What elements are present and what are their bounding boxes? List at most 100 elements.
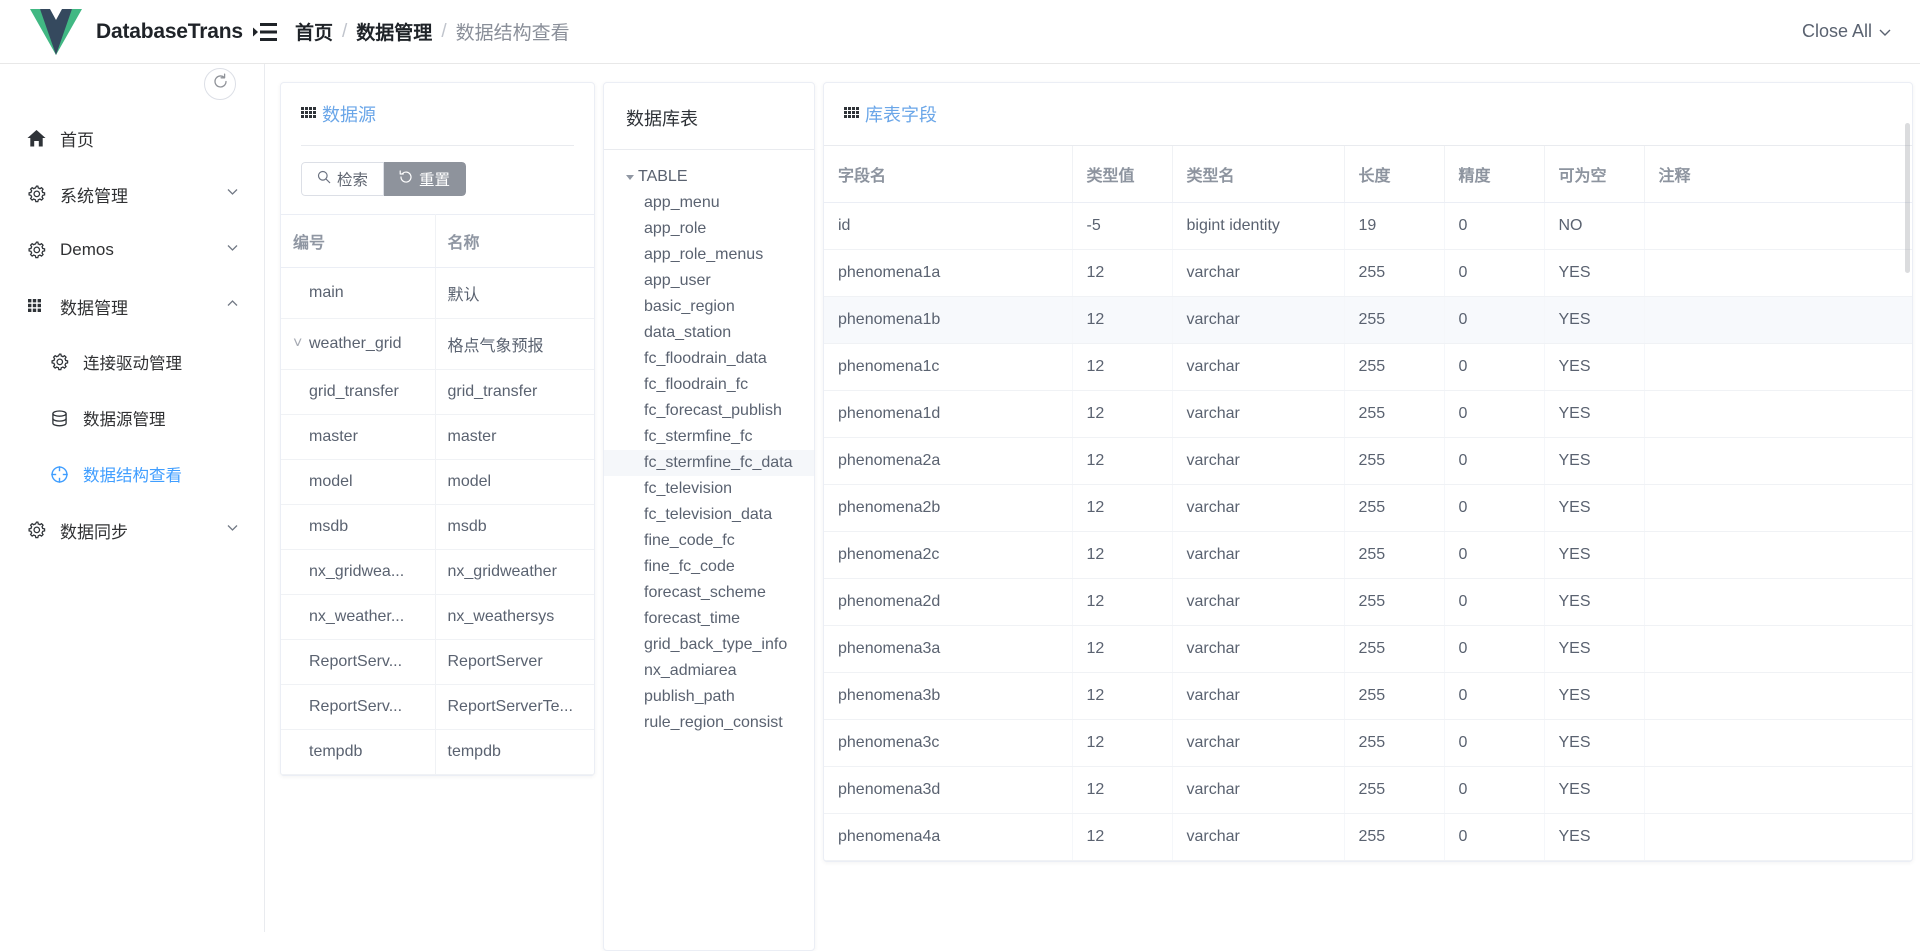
table-row[interactable]: master master bbox=[281, 414, 594, 460]
tree-node[interactable]: fine_code_fc bbox=[604, 528, 814, 554]
sidebar-item-label: 数据同步 bbox=[60, 522, 128, 542]
table-row[interactable]: phenomena2b 12 varchar 255 0 YES bbox=[824, 484, 1912, 532]
sidebar-item-连接驱动管理[interactable]: 连接驱动管理 bbox=[0, 334, 264, 390]
table-row[interactable]: phenomena1b 12 varchar 255 0 YES bbox=[824, 296, 1912, 344]
search-button[interactable]: 检索 bbox=[301, 162, 385, 196]
table-row[interactable]: phenomena3b 12 varchar 255 0 YES bbox=[824, 672, 1912, 720]
column-header[interactable]: 字段名 bbox=[824, 146, 1073, 203]
tree-root-label: TABLE bbox=[638, 168, 688, 185]
table-row[interactable]: phenomena1a 12 varchar 255 0 YES bbox=[824, 249, 1912, 297]
tree-node-label: fc_forecast_publish bbox=[644, 402, 782, 419]
table-row[interactable]: ReportServ... ReportServer bbox=[281, 639, 594, 685]
table-row[interactable]: phenomena3a 12 varchar 255 0 YES bbox=[824, 625, 1912, 673]
sidebar-item-数据源管理[interactable]: 数据源管理 bbox=[0, 390, 264, 446]
tree-node[interactable]: fc_stermfine_fc bbox=[604, 424, 814, 450]
tree-node[interactable]: app_user bbox=[604, 268, 814, 294]
tree-node[interactable]: nx_admiarea bbox=[604, 658, 814, 684]
table-row[interactable]: main 默认 bbox=[281, 267, 594, 319]
refresh-button[interactable] bbox=[204, 68, 236, 100]
column-header[interactable]: 类型值 bbox=[1072, 146, 1173, 203]
comment-cell bbox=[1644, 672, 1912, 720]
table-row[interactable]: nx_weather... nx_weathersys bbox=[281, 594, 594, 640]
datasource-name-cell: nx_weathersys bbox=[435, 594, 594, 640]
table-tree: TABLE app_menu app_role app_role_menus a… bbox=[604, 150, 814, 950]
tree-node[interactable]: grid_back_type_info bbox=[604, 632, 814, 658]
menu-fold-icon[interactable] bbox=[252, 21, 277, 43]
tree-node[interactable]: data_station bbox=[604, 320, 814, 346]
tree-node[interactable]: fc_television_data bbox=[604, 502, 814, 528]
tree-node[interactable]: forecast_time bbox=[604, 606, 814, 632]
tree-node-label: fc_television_data bbox=[644, 506, 773, 523]
breadcrumb-item-data-management[interactable]: 数据管理 bbox=[356, 18, 432, 45]
tree-node[interactable]: fine_fc_code bbox=[604, 554, 814, 580]
tree-node[interactable]: app_menu bbox=[604, 190, 814, 216]
tree-node[interactable]: basic_region bbox=[604, 294, 814, 320]
length-cell: 255 bbox=[1344, 625, 1445, 673]
column-header[interactable]: 编号 bbox=[281, 214, 436, 268]
table-row[interactable]: phenomena1c 12 varchar 255 0 YES bbox=[824, 343, 1912, 391]
table-row[interactable]: tempdb tempdb bbox=[281, 729, 594, 775]
column-header[interactable]: 精度 bbox=[1444, 146, 1545, 203]
datasource-panel-title[interactable]: 数据源 bbox=[301, 101, 574, 127]
column-header[interactable]: 名称 bbox=[435, 214, 594, 268]
sidebar-item-数据管理[interactable]: 数据管理 bbox=[0, 278, 264, 334]
table-row[interactable]: id -5 bigint identity 19 0 NO bbox=[824, 202, 1912, 250]
breadcrumb-item-home[interactable]: 首页 bbox=[295, 18, 333, 45]
column-header[interactable]: 长度 bbox=[1344, 146, 1445, 203]
column-header[interactable]: 类型名 bbox=[1172, 146, 1345, 203]
sidebar-item-数据同步[interactable]: 数据同步 bbox=[0, 502, 264, 558]
table-row[interactable]: phenomena2c 12 varchar 255 0 YES bbox=[824, 531, 1912, 579]
tree-node[interactable]: rule_region_consist bbox=[604, 710, 814, 736]
vertical-scrollbar[interactable] bbox=[1905, 123, 1910, 273]
field-name-cell: phenomena1b bbox=[824, 296, 1073, 344]
table-row[interactable]: phenomena3c 12 varchar 255 0 YES bbox=[824, 719, 1912, 767]
table-row[interactable]: model model bbox=[281, 459, 594, 505]
table-row[interactable]: grid_transfer grid_transfer bbox=[281, 369, 594, 415]
sidebar-item-首页[interactable]: 首页 bbox=[0, 110, 264, 166]
tree-node[interactable]: fc_floodrain_fc bbox=[604, 372, 814, 398]
type-value-cell: 12 bbox=[1072, 625, 1173, 673]
table-row[interactable]: ˅ weather_grid 格点气象预报 bbox=[281, 318, 594, 370]
column-header[interactable]: 可为空 bbox=[1544, 146, 1645, 203]
field-name-cell: phenomena3c bbox=[824, 719, 1073, 767]
datasource-id-cell: tempdb bbox=[281, 729, 436, 775]
column-header[interactable]: 注释 bbox=[1644, 146, 1912, 203]
tree-node[interactable]: publish_path bbox=[604, 684, 814, 710]
tree-node[interactable]: fc_floodrain_data bbox=[604, 346, 814, 372]
length-cell: 255 bbox=[1344, 719, 1445, 767]
tree-node[interactable]: fc_television bbox=[604, 476, 814, 502]
length-cell: 255 bbox=[1344, 578, 1445, 626]
sidebar-item-label: 系统管理 bbox=[60, 186, 128, 206]
reset-button[interactable]: 重置 bbox=[384, 162, 467, 196]
caret-down-icon[interactable]: ˅ bbox=[293, 335, 309, 353]
field-name-cell: phenomena3a bbox=[824, 625, 1073, 673]
table-row[interactable]: msdb msdb bbox=[281, 504, 594, 550]
comment-cell bbox=[1644, 390, 1912, 438]
datasource-name-cell: msdb bbox=[435, 504, 594, 550]
tree-node[interactable]: fc_forecast_publish bbox=[604, 398, 814, 424]
table-row[interactable]: ReportServ... ReportServerTe... bbox=[281, 684, 594, 730]
sidebar-item-数据结构查看[interactable]: 数据结构查看 bbox=[0, 446, 264, 502]
chevron-down-icon bbox=[225, 520, 240, 540]
caret-down-icon[interactable] bbox=[622, 172, 638, 182]
tree-node[interactable]: forecast_scheme bbox=[604, 580, 814, 606]
tree-node[interactable]: app_role bbox=[604, 216, 814, 242]
tree-node[interactable]: fc_stermfine_fc_data bbox=[604, 450, 814, 476]
tree-node-label: forecast_time bbox=[644, 610, 741, 627]
tree-node[interactable]: app_role_menus bbox=[604, 242, 814, 268]
table-row[interactable]: phenomena1d 12 varchar 255 0 YES bbox=[824, 390, 1912, 438]
nullable-cell: YES bbox=[1544, 437, 1645, 485]
table-row[interactable]: phenomena2d 12 varchar 255 0 YES bbox=[824, 578, 1912, 626]
datasource-name-cell: model bbox=[435, 459, 594, 505]
fields-panel-title[interactable]: 库表字段 bbox=[844, 101, 1892, 127]
tree-node-root[interactable]: TABLE bbox=[604, 164, 814, 190]
nullable-cell: NO bbox=[1544, 202, 1645, 250]
sidebar-item-系统管理[interactable]: 系统管理 bbox=[0, 166, 264, 222]
table-row[interactable]: phenomena4a 12 varchar 255 0 YES bbox=[824, 813, 1912, 861]
close-all-button[interactable]: Close All bbox=[1802, 21, 1892, 42]
sidebar-item-Demos[interactable]: Demos bbox=[0, 222, 264, 278]
table-row[interactable]: phenomena3d 12 varchar 255 0 YES bbox=[824, 766, 1912, 814]
table-row[interactable]: nx_gridwea... nx_gridweather bbox=[281, 549, 594, 595]
sidebar-item-label: 连接驱动管理 bbox=[83, 355, 182, 373]
table-row[interactable]: phenomena2a 12 varchar 255 0 YES bbox=[824, 437, 1912, 485]
